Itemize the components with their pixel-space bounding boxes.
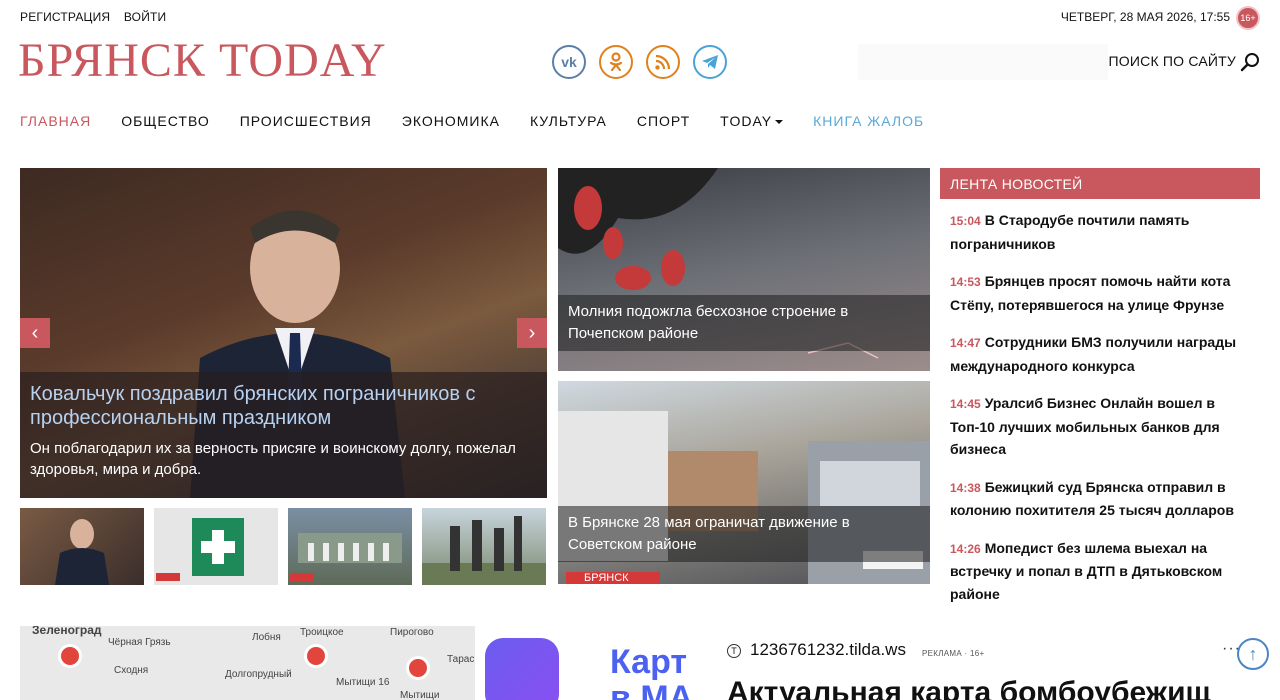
ad-map-image[interactable]: Зеленоград Чёрная Грязь Сходня Долгопруд… — [20, 626, 475, 700]
slider-thumbnail[interactable] — [20, 508, 144, 585]
login-link[interactable]: ВОЙТИ — [124, 10, 167, 24]
news-title: Сотрудники БМЗ получили награды междунар… — [950, 334, 1237, 374]
nav-item-complaints[interactable]: КНИГА ЖАЛОБ — [813, 113, 924, 129]
news-time: 14:38 — [950, 480, 981, 495]
nav-item-today[interactable]: TODAY — [720, 113, 784, 129]
map-marker-icon — [406, 656, 430, 680]
map-label: Лобня — [252, 632, 281, 643]
news-title: В Стародубе почтили память пограничников — [950, 212, 1190, 252]
news-title: Уралсиб Бизнес Онлайн вошел в Топ-10 луч… — [950, 395, 1220, 457]
nav-item-today-label: TODAY — [720, 113, 773, 129]
search-input[interactable] — [858, 44, 1108, 80]
map-label: Пирогово — [390, 627, 434, 638]
slider-thumbnail[interactable] — [422, 508, 546, 585]
nav-item-economy[interactable]: ЭКОНОМИКА — [402, 113, 500, 129]
map-marker-icon — [304, 644, 328, 668]
slide-caption: Ковальчук поздравил брянских пограничник… — [20, 372, 547, 498]
map-label: Тарас — [447, 654, 475, 665]
news-feed-item[interactable]: 14:38 Бежицкий суд Брянска отправил в кол… — [950, 476, 1250, 522]
brand-tag — [290, 573, 314, 581]
slide-title[interactable]: Ковальчук поздравил брянских пограничник… — [30, 382, 537, 430]
news-feed: ЛЕНТА НОВОСТЕЙ 15:04 В Стародубе почтили … — [940, 168, 1260, 620]
news-title: Брянцев просят помочь найти кота Стёпу, … — [950, 273, 1231, 313]
brand-strip: БРЯНСК — [566, 572, 660, 584]
scroll-to-top-button[interactable]: ↑ — [1237, 638, 1269, 670]
telegram-icon[interactable] — [693, 45, 727, 79]
map-label: Мытищи 16 — [336, 677, 390, 688]
ad-meta-label: РЕКЛАМА · 16+ — [922, 649, 985, 658]
ad-app-logo — [485, 638, 559, 700]
map-marker-icon — [58, 644, 82, 668]
auth-links: РЕГИСТРАЦИЯ ВОЙТИ — [20, 10, 176, 24]
main-nav: ГЛАВНАЯ ОБЩЕСТВО ПРОИСШЕСТВИЯ ЭКОНОМИКА … — [20, 113, 924, 129]
slider-thumbnails — [20, 508, 546, 585]
current-date: ЧЕТВЕРГ, 28 МАЯ 2026, 17:55 — [1060, 10, 1230, 24]
site-logo[interactable]: БРЯНСК TODAY — [18, 34, 387, 88]
map-label: Зеленоград — [32, 626, 102, 637]
news-feed-item[interactable]: 14:47 Сотрудники БМЗ получили награды меж… — [950, 331, 1250, 377]
nav-item-home[interactable]: ГЛАВНАЯ — [20, 113, 91, 129]
ad-banner-art[interactable]: Карт в МА — [475, 626, 702, 700]
map-label: Долгопрудный — [225, 669, 292, 680]
nav-item-society[interactable]: ОБЩЕСТВО — [121, 113, 210, 129]
nav-item-incidents[interactable]: ПРОИСШЕСТВИЯ — [240, 113, 372, 129]
news-feed-item[interactable]: 14:26 Мопедист без шлема выехал на встреч… — [950, 537, 1250, 606]
card-title[interactable]: В Брянске 28 мая ограничат движение в Со… — [558, 506, 930, 562]
news-feed-list: 15:04 В Стародубе почтили память погранич… — [940, 199, 1260, 605]
card-title[interactable]: Молния подожгла бесхозное строение в Поч… — [558, 295, 930, 351]
map-label: Мытищи — [400, 690, 440, 700]
news-time: 14:45 — [950, 397, 981, 411]
map-label: Чёрная Грязь — [108, 637, 171, 648]
news-card[interactable]: Молния подожгла бесхозное строение в Поч… — [558, 168, 930, 371]
nav-item-sport[interactable]: СПОРТ — [637, 113, 690, 129]
top-bar: РЕГИСТРАЦИЯ ВОЙТИ ЧЕТВЕРГ, 28 МАЯ 2026, … — [0, 0, 1280, 36]
ad-domain[interactable]: 1236761232.tilda.ws — [750, 640, 906, 660]
ad-domain-icon: Т — [727, 644, 741, 658]
slider-next-button[interactable]: › — [517, 318, 547, 348]
slider-thumbnail[interactable] — [154, 508, 278, 585]
search-label[interactable]: ПОИСК ПО САЙТУ — [1109, 53, 1236, 69]
map-label: Троицкое — [300, 627, 344, 638]
slider-thumbnail[interactable] — [288, 508, 412, 585]
chevron-down-icon — [775, 120, 784, 125]
ad-headline[interactable]: Актуальная карта бомбоубежищ — [727, 676, 1211, 700]
slide-description: Он поблагодарил их за верность присяге и… — [30, 440, 516, 478]
rss-icon[interactable] — [646, 45, 680, 79]
news-time: 14:26 — [950, 541, 981, 556]
search-icon[interactable] — [1240, 52, 1260, 72]
news-time: 14:53 — [950, 275, 981, 289]
news-card[interactable]: В Брянске 28 мая ограничат движение в Со… — [558, 381, 930, 584]
slider-prev-button[interactable]: ‹ — [20, 318, 50, 348]
register-link[interactable]: РЕГИСТРАЦИЯ — [20, 10, 110, 24]
ad-art-text: Карт в МА — [610, 643, 694, 700]
news-time: 15:04 — [950, 214, 981, 228]
news-feed-item[interactable]: 15:04 В Стародубе почтили память погранич… — [950, 209, 1250, 255]
news-title: Бежицкий суд Брянска отправил в колонию … — [950, 478, 1234, 519]
thumbnail-person-image — [55, 519, 109, 585]
ad-block[interactable]: Т 1236761232.tilda.ws РЕКЛАМА · 16+ ··· … — [702, 626, 1262, 700]
map-label: Сходня — [114, 665, 149, 676]
news-title: Мопедист без шлема выехал на встречку и … — [950, 539, 1223, 602]
thumbnail-monument-image — [422, 516, 546, 585]
nav-item-culture[interactable]: КУЛЬТУРА — [530, 113, 607, 129]
news-feed-heading[interactable]: ЛЕНТА НОВОСТЕЙ — [940, 168, 1260, 199]
news-feed-item[interactable]: 14:53 Брянцев просят помочь найти кота Ст… — [950, 270, 1250, 316]
vk-icon[interactable]: vk — [552, 45, 586, 79]
main-slider[interactable]: ‹ › Ковальчук поздравил брянских пограни… — [20, 168, 547, 498]
odnoklassniki-icon[interactable] — [599, 45, 633, 79]
brand-tag — [156, 573, 180, 581]
news-time: 14:47 — [950, 336, 981, 350]
news-feed-item[interactable]: 14:45 Уралсиб Бизнес Онлайн вошел в Топ-1… — [950, 392, 1250, 461]
social-links: vk — [552, 45, 727, 79]
age-rating-badge: 16+ — [1236, 6, 1260, 30]
